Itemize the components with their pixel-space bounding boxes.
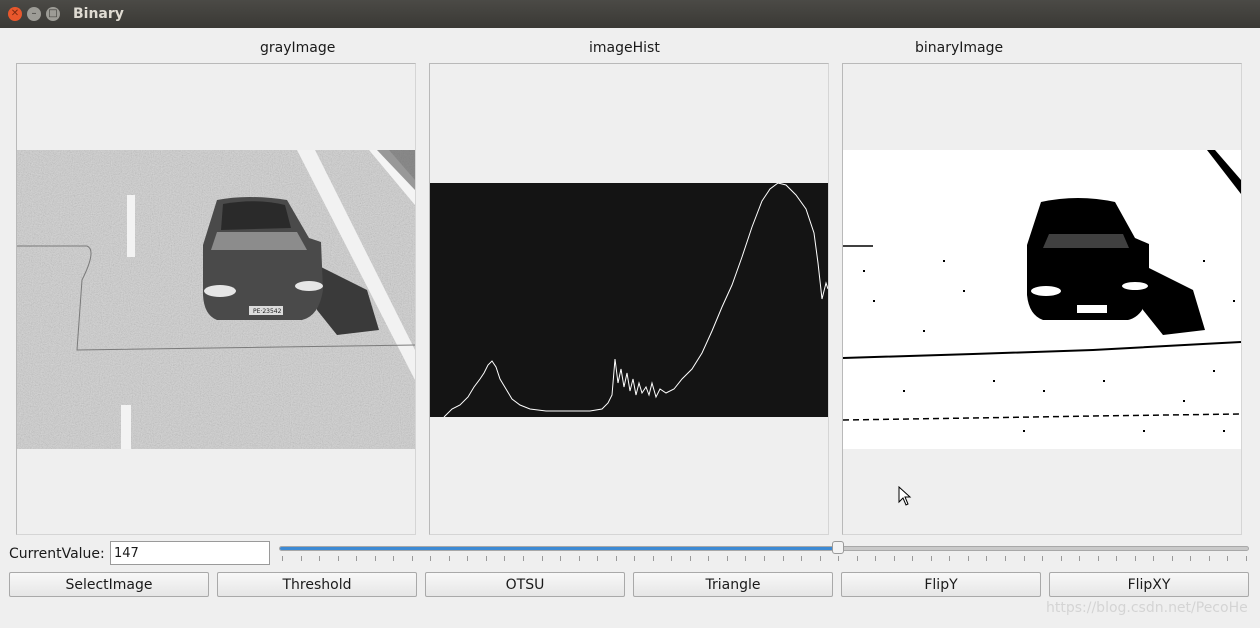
gray-image-label: grayImage	[260, 40, 336, 56]
threshold-slider[interactable]	[279, 546, 1249, 551]
current-value-label: CurrentValue:	[9, 546, 105, 562]
slider-fill	[280, 547, 839, 550]
window-title: Binary	[73, 6, 124, 22]
image-hist	[430, 183, 828, 417]
svg-text:PE·23542: PE·23542	[253, 308, 282, 315]
mouse-cursor-icon	[898, 486, 912, 506]
current-value-input[interactable]	[110, 541, 270, 565]
slider-ticks	[282, 556, 1247, 561]
window-titlebar: ✕ – □ Binary	[0, 0, 1260, 28]
flip-y-button[interactable]: FlipY	[841, 572, 1041, 597]
close-icon[interactable]: ✕	[8, 7, 22, 21]
threshold-button[interactable]: Threshold	[217, 572, 417, 597]
slider-handle[interactable]	[832, 541, 845, 554]
watermark: https://blog.csdn.net/PecoHe	[1046, 600, 1248, 616]
image-hist-panel	[429, 63, 829, 535]
binary-image-panel	[842, 63, 1242, 535]
gray-image-panel: PE·23542	[16, 63, 416, 535]
minimize-icon[interactable]: –	[27, 7, 41, 21]
gray-image: PE·23542	[17, 150, 415, 449]
binary-image	[843, 150, 1241, 449]
triangle-button[interactable]: Triangle	[633, 572, 833, 597]
binary-image-label: binaryImage	[915, 40, 1004, 56]
otsu-button[interactable]: OTSU	[425, 572, 625, 597]
image-hist-label: imageHist	[589, 40, 660, 56]
flip-xy-button[interactable]: FlipXY	[1049, 572, 1249, 597]
select-image-button[interactable]: SelectImage	[9, 572, 209, 597]
maximize-icon[interactable]: □	[46, 7, 60, 21]
